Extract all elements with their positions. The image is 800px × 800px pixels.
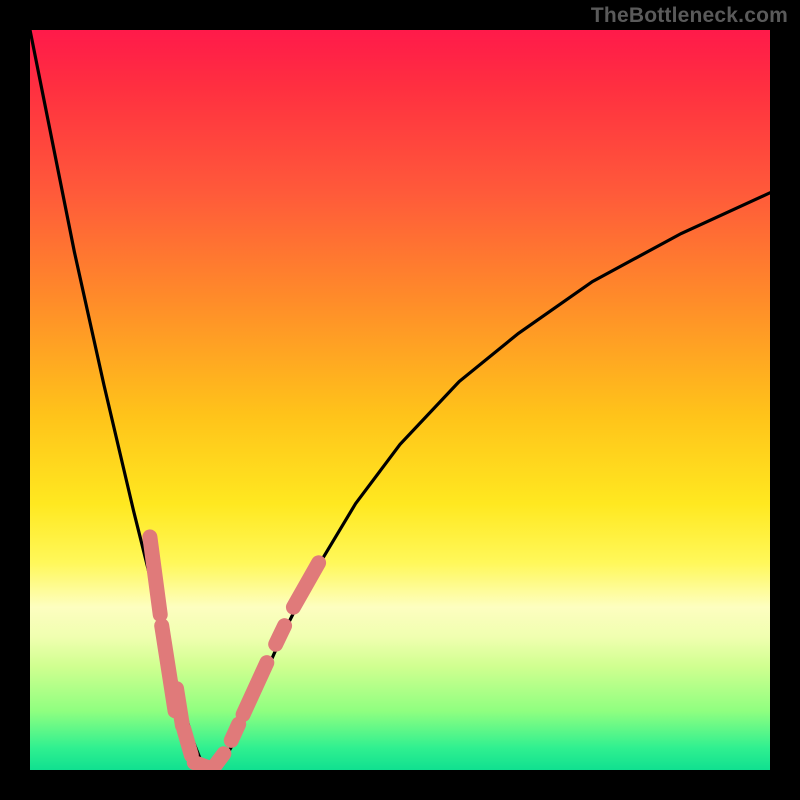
bottleneck-curve-path [30, 30, 770, 770]
chart-plot-area [30, 30, 770, 770]
curve-marker [184, 729, 191, 755]
curve-marker [293, 563, 318, 607]
curve-marker [231, 724, 238, 740]
curve-marker [276, 626, 285, 645]
curve-markers [150, 537, 319, 769]
chart-frame: TheBottleneck.com [0, 0, 800, 800]
curve-marker [150, 537, 160, 615]
curve-marker [215, 754, 224, 766]
watermark-text: TheBottleneck.com [591, 4, 788, 28]
curve-marker [243, 663, 267, 715]
bottleneck-curve-svg [30, 30, 770, 770]
curve-marker [177, 689, 183, 726]
